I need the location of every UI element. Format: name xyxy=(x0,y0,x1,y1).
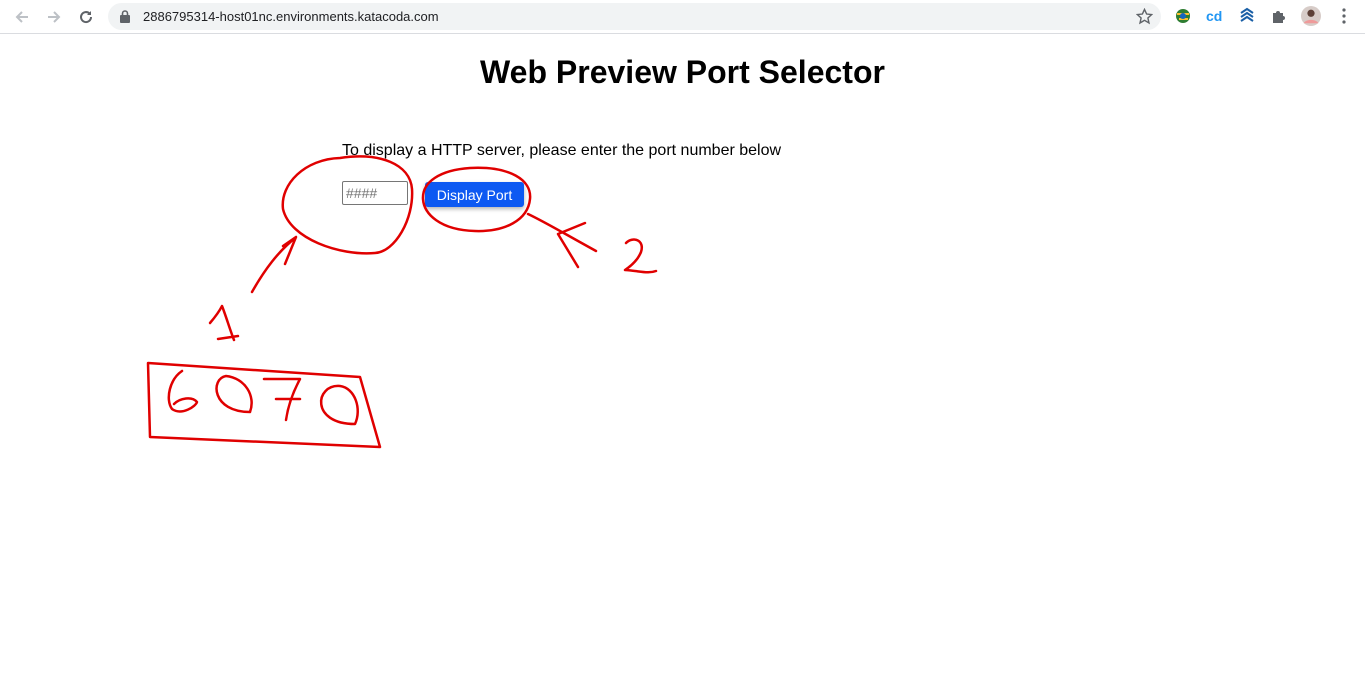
forward-button[interactable] xyxy=(41,4,67,30)
intro-text: To display a HTTP server, please enter t… xyxy=(342,142,782,159)
layers-extension-icon[interactable] xyxy=(1237,6,1257,26)
step-number-2 xyxy=(623,238,658,274)
browser-toolbar: 2886795314-host01nc.environments.katacod… xyxy=(0,0,1365,34)
digit-6 xyxy=(167,369,199,413)
back-button[interactable] xyxy=(9,4,35,30)
avatar-icon[interactable] xyxy=(1301,6,1321,26)
url-text: 2886795314-host01nc.environments.katacod… xyxy=(143,9,439,24)
reload-button[interactable] xyxy=(73,4,99,30)
red-annotations xyxy=(146,155,658,449)
globe-extension-icon[interactable] xyxy=(1173,6,1193,26)
port-input[interactable] xyxy=(342,181,408,205)
digit-7 xyxy=(262,377,302,422)
display-port-button[interactable]: Display Port xyxy=(425,182,524,207)
reload-icon xyxy=(80,11,93,24)
kebab-menu-icon[interactable] xyxy=(1334,6,1354,26)
address-bar[interactable]: 2886795314-host01nc.environments.katacod… xyxy=(108,3,1161,30)
arrow-right-icon xyxy=(48,11,61,23)
digit-0-first xyxy=(215,374,253,414)
lock-icon xyxy=(120,10,130,28)
star-icon[interactable] xyxy=(1135,7,1154,30)
arrow-to-input xyxy=(250,235,298,294)
svg-text:cd: cd xyxy=(1206,8,1222,24)
box-around-number xyxy=(146,361,382,449)
cd-extension-icon[interactable]: cd xyxy=(1205,6,1225,26)
puzzle-extension-icon[interactable] xyxy=(1269,6,1289,26)
page-title: Web Preview Port Selector xyxy=(480,54,885,90)
page-content: Web Preview Port Selector To display a H… xyxy=(0,34,1365,689)
arrow-left-icon xyxy=(15,11,28,23)
arrow-to-button xyxy=(526,212,598,269)
step-number-1 xyxy=(208,304,240,342)
digit-0-second xyxy=(319,384,359,426)
